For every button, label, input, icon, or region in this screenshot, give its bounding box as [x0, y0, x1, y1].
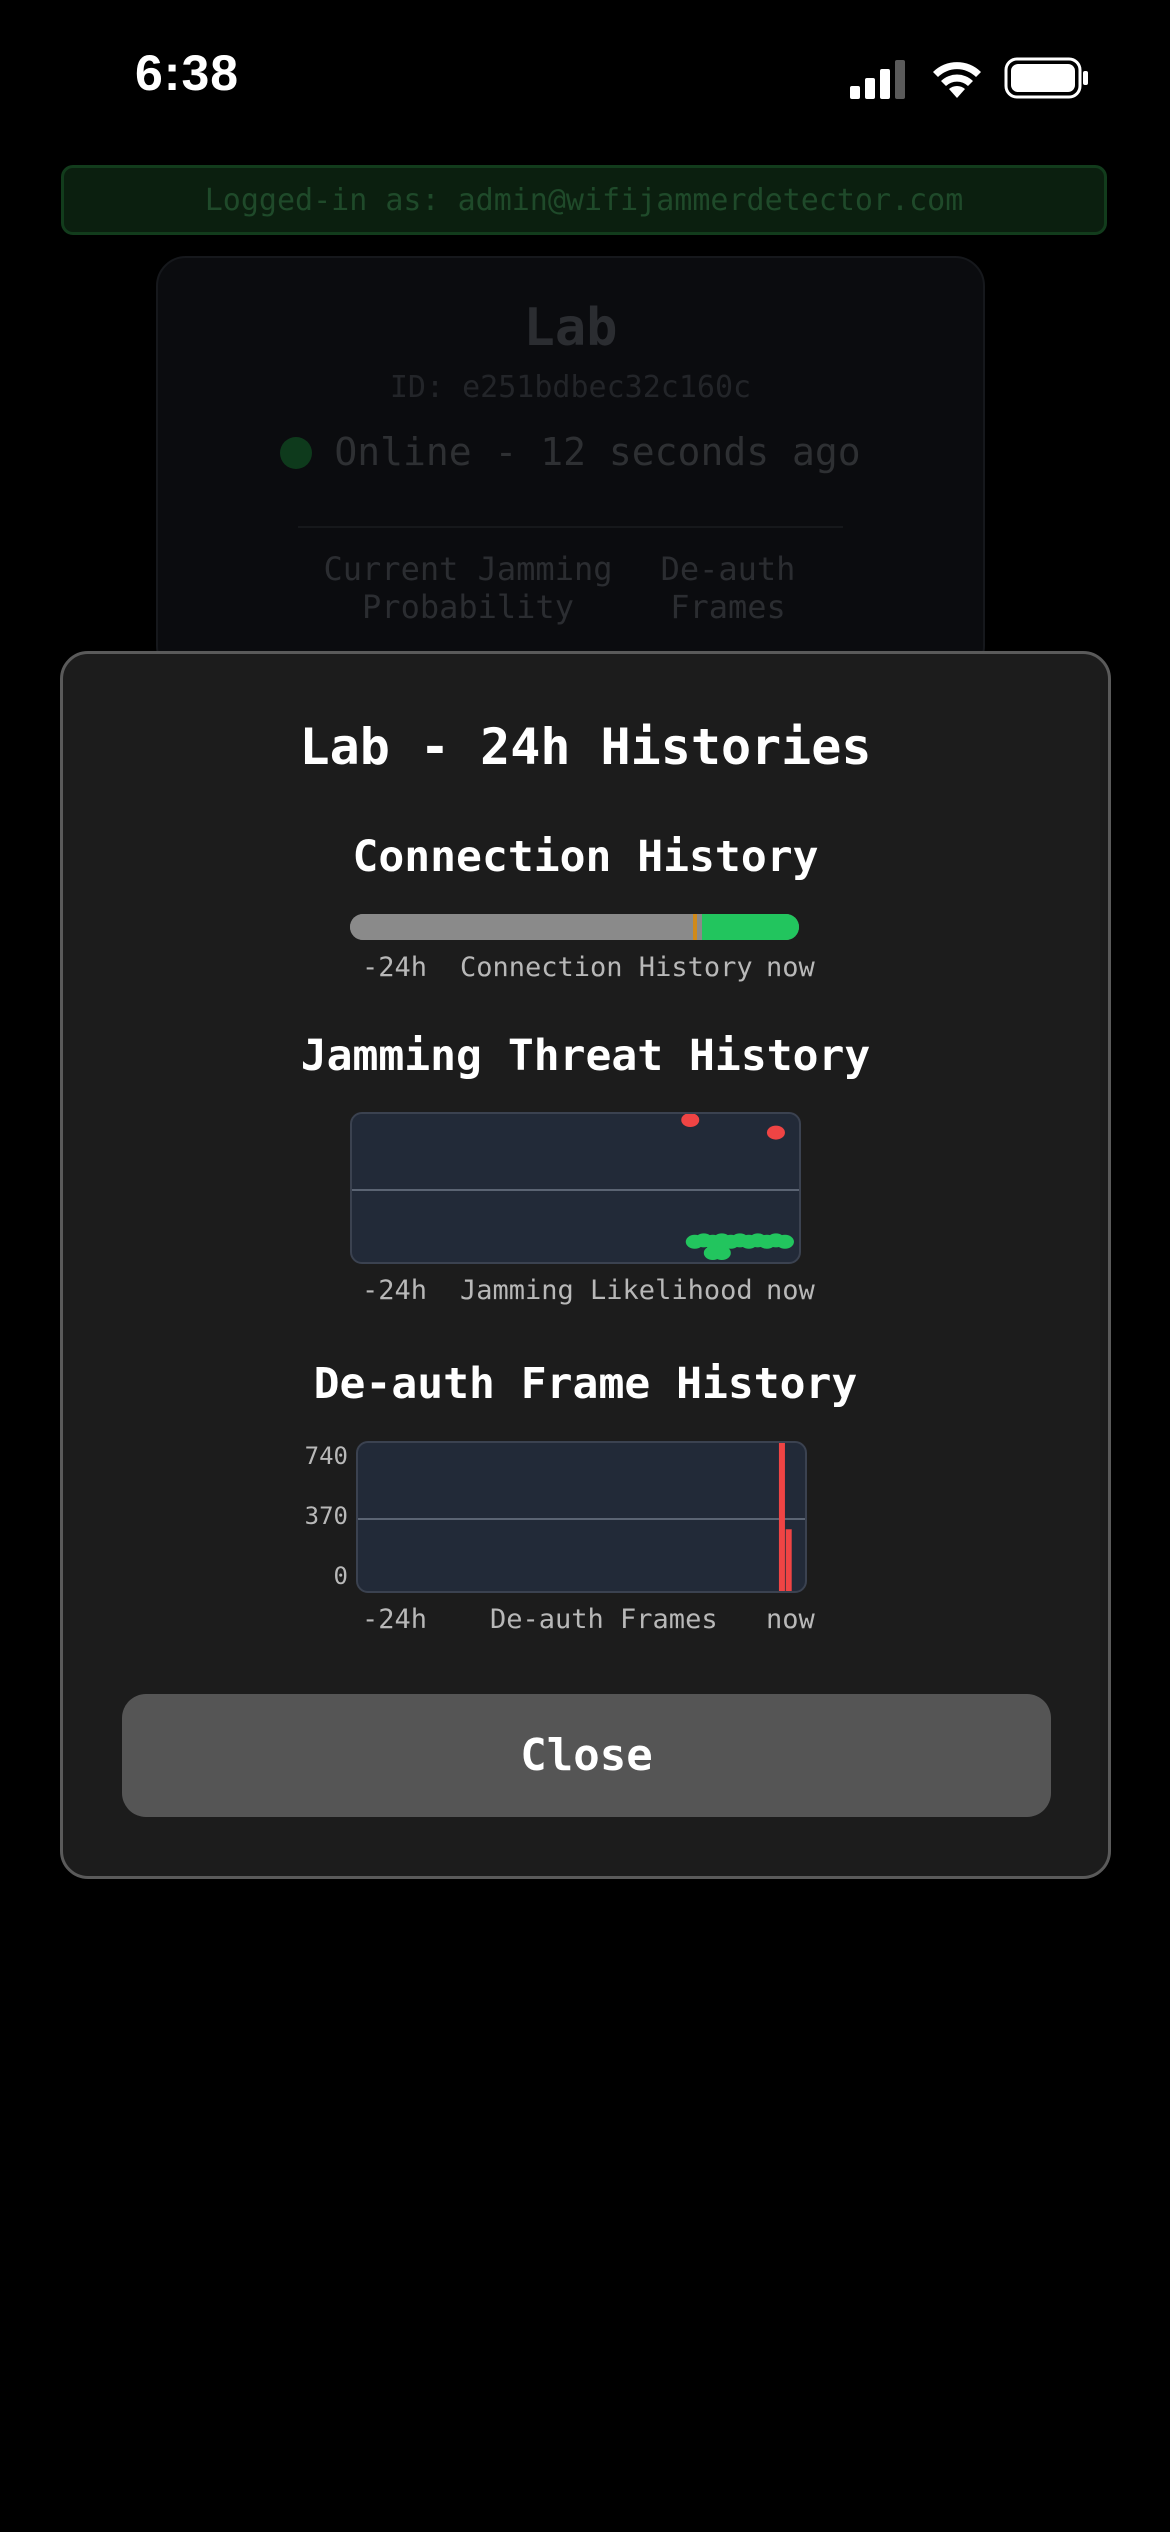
logged-in-banner: Logged-in as: admin@wifijammerdetector.c…: [61, 165, 1107, 235]
jamming-axis-end: now: [766, 1275, 815, 1306]
deauth-bar: [727, 1592, 737, 1593]
device-name: Lab: [523, 298, 618, 358]
jamming-chart-plot: [352, 1114, 799, 1260]
metric-label-jamming: Current Jamming Probability: [323, 550, 613, 626]
deauth-bar: [778, 1443, 785, 1591]
deauth-axis-start: -24h: [362, 1604, 428, 1635]
deauth-ytick-zero: 0: [333, 1562, 348, 1590]
connection-axis-label: Connection History: [460, 952, 753, 983]
close-button[interactable]: Close: [122, 1694, 1051, 1817]
jamming-axis-label: Jamming Likelihood: [460, 1275, 753, 1306]
device-id: ID: e251bdbec32c160c: [389, 370, 752, 405]
deauth-history-title: De-auth Frame History: [313, 1359, 858, 1409]
jamming-history-title: Jamming Threat History: [300, 1031, 871, 1081]
divider: [298, 526, 843, 528]
device-card: Lab ID: e251bdbec32c160c Online - 12 sec…: [156, 256, 985, 676]
deauth-axis-label: De-auth Frames: [490, 1604, 718, 1635]
connection-history-bar: [350, 914, 799, 940]
connection-axis-end: now: [766, 952, 815, 983]
histories-modal: Lab - 24h Histories Connection History -…: [60, 651, 1111, 1879]
deauth-ytick-mid: 370: [304, 1502, 348, 1530]
deauth-ytick-max: 740: [304, 1442, 348, 1470]
connection-segment-offline: [350, 914, 694, 940]
jamming-point: [681, 1114, 700, 1127]
connection-history-title: Connection History: [352, 832, 819, 882]
connection-axis-start: -24h: [362, 952, 428, 983]
connection-segment-online: [702, 914, 799, 940]
device-status: Online - 12 seconds ago: [158, 430, 983, 474]
jamming-chart: [350, 1112, 801, 1264]
online-status-dot-icon: [280, 437, 313, 469]
modal-title: Lab - 24h Histories: [299, 718, 872, 776]
jamming-point: [712, 1246, 731, 1260]
jamming-point: [775, 1234, 794, 1249]
jamming-point: [766, 1125, 785, 1140]
deauth-bar: [785, 1529, 792, 1591]
deauth-chart-plot: [358, 1443, 805, 1593]
deauth-axis-end: now: [766, 1604, 815, 1635]
jamming-axis-start: -24h: [362, 1275, 428, 1306]
deauth-bar: [790, 1592, 800, 1593]
metric-label-deauth: De-auth Frames: [660, 550, 796, 626]
deauth-chart: [356, 1441, 807, 1593]
device-status-text: Online - 12 seconds ago: [334, 430, 861, 474]
